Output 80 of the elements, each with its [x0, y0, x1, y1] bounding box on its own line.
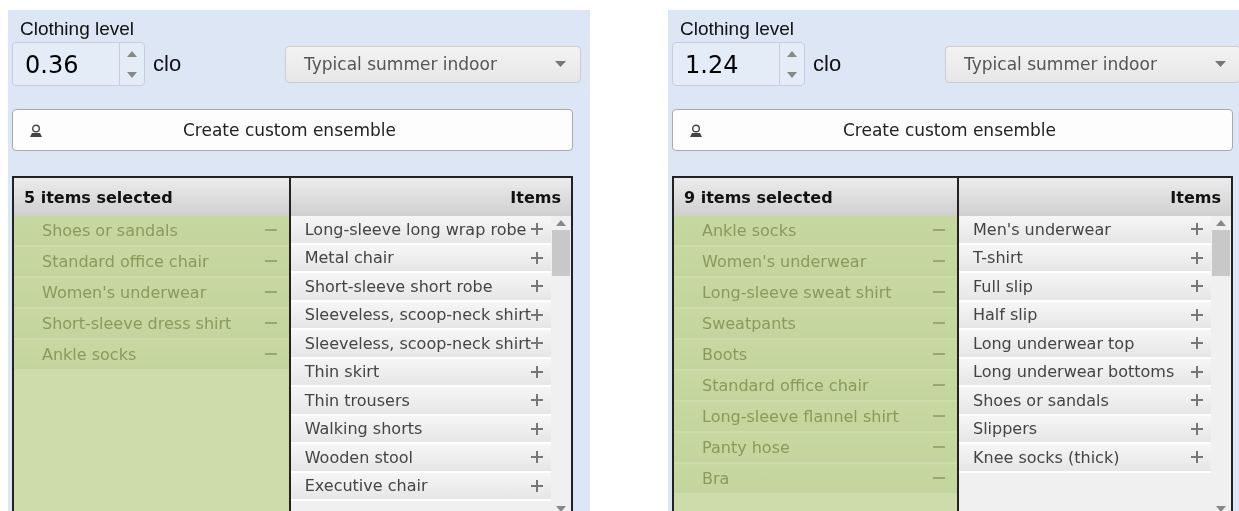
minus-icon[interactable] — [264, 229, 277, 232]
caret-icon — [1215, 61, 1226, 67]
plus-icon[interactable] — [1191, 251, 1203, 264]
minus-icon[interactable] — [933, 260, 945, 263]
available-item[interactable]: Half slip — [959, 301, 1211, 330]
number-spinner[interactable]: 1.24 — [672, 42, 805, 86]
minus-icon[interactable] — [264, 291, 277, 294]
available-item[interactable]: Executive chair — [290, 472, 551, 501]
up-arrow-icon[interactable] — [127, 50, 137, 57]
plus-icon[interactable] — [1191, 280, 1203, 293]
plus-icon[interactable] — [1191, 337, 1203, 350]
plus-icon[interactable] — [1191, 451, 1203, 464]
scroll-thumb[interactable] — [552, 230, 570, 276]
selected-count-header: 9 items selected — [674, 178, 957, 216]
preset-dropdown[interactable]: Typical summer indoor — [285, 45, 581, 83]
minus-icon[interactable] — [264, 322, 277, 325]
items-header: Items — [290, 178, 571, 216]
unit-label: clo — [813, 51, 842, 77]
available-item[interactable]: Long underwear bottoms — [959, 358, 1211, 387]
minus-icon[interactable] — [933, 353, 945, 356]
available-item[interactable]: Slippers — [959, 415, 1211, 444]
minus-icon[interactable] — [933, 446, 945, 449]
scroll-down-icon[interactable] — [556, 506, 566, 511]
plus-icon[interactable] — [531, 394, 543, 407]
minus-icon[interactable] — [933, 229, 945, 232]
plus-icon[interactable] — [531, 251, 543, 264]
minus-icon[interactable] — [933, 291, 945, 294]
scroll-thumb[interactable] — [1212, 230, 1230, 276]
plus-icon[interactable] — [1191, 365, 1203, 378]
minus-icon[interactable] — [264, 260, 277, 263]
caret-icon — [555, 61, 566, 67]
down-arrow-icon[interactable] — [127, 71, 137, 78]
available-item[interactable]: Walking shorts — [290, 415, 551, 444]
available-item[interactable]: Sleeveless, scoop-neck shirt — [290, 301, 551, 330]
plus-icon[interactable] — [531, 365, 543, 378]
plus-icon[interactable] — [531, 479, 543, 492]
available-item[interactable]: Thin trousers — [290, 387, 551, 416]
plus-icon[interactable] — [531, 451, 543, 464]
available-item[interactable]: T-shirt — [959, 244, 1211, 273]
minus-icon[interactable] — [933, 384, 945, 387]
preset-dropdown[interactable]: Typical summer indoor — [945, 45, 1239, 83]
selected-count-header: 5 items selected — [14, 178, 289, 216]
plus-icon[interactable] — [531, 422, 543, 435]
down-arrow-icon[interactable] — [787, 71, 797, 78]
clothing-level-label: Clothing level — [680, 18, 795, 40]
available-item[interactable]: Long underwear top — [959, 330, 1211, 359]
person-icon — [689, 123, 703, 137]
plus-icon[interactable] — [531, 223, 543, 236]
scroll-down-icon[interactable] — [1216, 506, 1226, 511]
clothing-level-label: Clothing level — [20, 18, 135, 40]
person-icon — [29, 123, 43, 137]
available-item[interactable]: Metal chair — [290, 244, 551, 273]
up-arrow-icon[interactable] — [787, 50, 797, 57]
available-item[interactable]: Wooden stool — [290, 444, 551, 473]
unit-label: clo — [153, 51, 182, 77]
scroll-up-icon[interactable] — [556, 220, 566, 226]
scroll-up-icon[interactable] — [1216, 220, 1226, 226]
minus-icon[interactable] — [933, 477, 945, 480]
create-ensemble-button[interactable]: Create custom ensemble — [672, 109, 1233, 151]
available-item[interactable]: Thin skirt — [290, 358, 551, 387]
available-item[interactable]: Men's underwear — [959, 216, 1211, 245]
available-item[interactable]: Short-sleeve short robe — [290, 273, 551, 302]
minus-icon[interactable] — [933, 415, 945, 418]
available-item[interactable]: Shoes or sandals — [959, 387, 1211, 416]
create-ensemble-button[interactable]: Create custom ensemble — [12, 109, 573, 151]
plus-icon[interactable] — [1191, 394, 1203, 407]
plus-icon[interactable] — [531, 308, 543, 321]
minus-icon[interactable] — [264, 353, 277, 356]
plus-icon[interactable] — [531, 280, 543, 293]
available-item[interactable]: Full slip — [959, 273, 1211, 302]
plus-icon[interactable] — [531, 337, 543, 350]
plus-icon[interactable] — [1191, 223, 1203, 236]
available-item[interactable]: Sleeveless, scoop-neck shirt — [290, 330, 551, 359]
plus-icon[interactable] — [1191, 422, 1203, 435]
available-item[interactable]: Long-sleeve long wrap robe — [290, 216, 551, 245]
number-spinner[interactable]: 0.36 — [12, 42, 145, 86]
available-item[interactable]: Knee socks (thick) — [959, 444, 1211, 473]
items-header: Items — [959, 178, 1231, 216]
minus-icon[interactable] — [933, 322, 945, 325]
plus-icon[interactable] — [1191, 308, 1203, 321]
